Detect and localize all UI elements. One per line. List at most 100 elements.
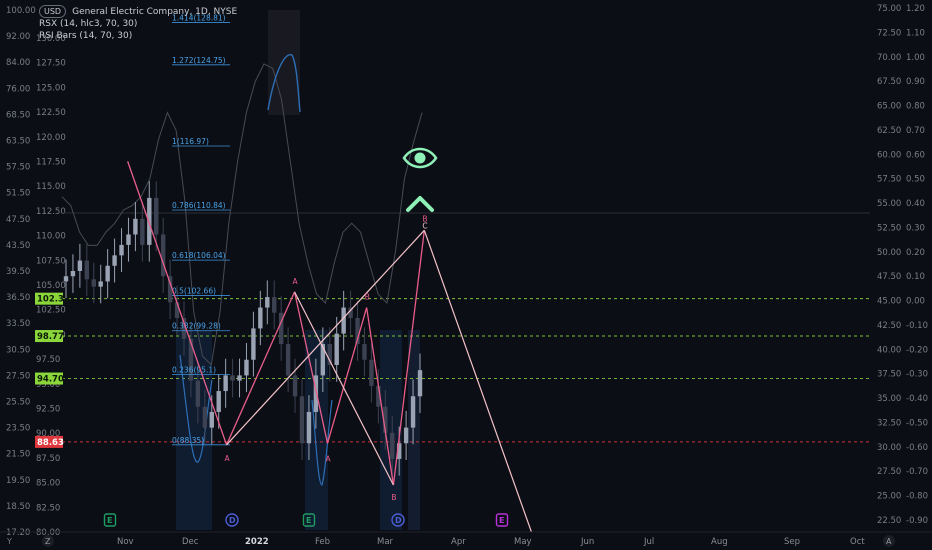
candle-body bbox=[417, 370, 423, 397]
event-marker-letter: D bbox=[395, 516, 402, 525]
right-inner-tick: 1.10 bbox=[906, 28, 925, 38]
candle-body bbox=[320, 344, 326, 376]
legend-indicator-rsx[interactable]: RSX (14, hlc3, 70, 30) bbox=[39, 18, 237, 30]
eye-pupil-icon bbox=[414, 152, 426, 164]
candle-body bbox=[91, 279, 96, 287]
auto-scale-label: A bbox=[886, 537, 892, 546]
candle-body bbox=[258, 307, 263, 329]
right-outer-tick: 37.50 bbox=[877, 370, 901, 380]
candle-body bbox=[334, 333, 339, 365]
right-inner-tick: -0.10 bbox=[906, 321, 928, 331]
fib-level-label: 0.618(106.04) bbox=[172, 251, 226, 260]
right-inner-tick: 0.40 bbox=[906, 199, 925, 209]
zoom-button-label: Z bbox=[45, 537, 51, 546]
right-outer-tick: 30.00 bbox=[877, 443, 901, 453]
left-outer-tick: 100.00 bbox=[6, 6, 36, 16]
candle-body bbox=[362, 344, 367, 360]
candle-body bbox=[126, 234, 131, 245]
left-inner-tick: 127.50 bbox=[36, 59, 66, 69]
right-outer-tick: 40.00 bbox=[877, 345, 901, 355]
event-marker-letter: E bbox=[499, 516, 504, 525]
time-axis-label: Jul bbox=[643, 537, 654, 547]
candle-body bbox=[341, 307, 346, 334]
right-outer-tick: 47.50 bbox=[877, 272, 901, 282]
price-level-badge: 102.35 bbox=[35, 292, 70, 305]
candle-body bbox=[98, 281, 103, 287]
left-inner-tick: 125.00 bbox=[36, 83, 66, 93]
candle-body bbox=[216, 391, 221, 412]
pattern-point-label: B bbox=[365, 293, 370, 302]
candle-body bbox=[403, 427, 409, 444]
right-outer-tick: 35.00 bbox=[877, 394, 901, 404]
candle-body bbox=[202, 406, 208, 428]
right-inner-tick: -0.60 bbox=[906, 443, 928, 453]
candle-body bbox=[133, 218, 138, 235]
fib-level-label: 1.272(124.75) bbox=[172, 56, 226, 65]
right-outer-tick: 60.00 bbox=[877, 150, 901, 160]
candle-body bbox=[410, 396, 416, 428]
candle-body bbox=[209, 411, 214, 428]
right-outer-tick: 50.00 bbox=[877, 248, 901, 258]
right-inner-tick: 1.20 bbox=[906, 4, 925, 14]
right-outer-tick: 75.00 bbox=[877, 4, 901, 14]
right-inner-tick: -0.50 bbox=[906, 418, 928, 428]
right-inner-tick: 0.30 bbox=[906, 223, 925, 233]
pattern-point-label: A bbox=[225, 454, 231, 463]
pattern-point-label: A bbox=[293, 277, 299, 286]
rsi-zone-shade bbox=[408, 330, 420, 530]
legend-indicator-rsi-bars[interactable]: RSI Bars (14, 70, 30) bbox=[39, 30, 237, 42]
stock-chart[interactable]: 100.00 92.00 84.00 76.00 68.50 63.50 57.50 51.5… bbox=[0, 0, 932, 550]
right-outer-tick: 22.50 bbox=[877, 516, 901, 526]
right-inner-tick: -0.80 bbox=[906, 492, 928, 502]
right-outer-tick: 27.50 bbox=[877, 467, 901, 477]
chart-background bbox=[0, 0, 932, 550]
event-marker-letter: D bbox=[229, 516, 236, 525]
candle-body bbox=[230, 375, 235, 381]
fib-level-label: 0.382(99.28) bbox=[172, 322, 221, 331]
time-axis-label: May bbox=[514, 537, 532, 547]
fib-level-label: 1(116.97) bbox=[172, 137, 209, 146]
left-outer-tick: 43.50 bbox=[6, 241, 30, 251]
left-inner-tick: 117.50 bbox=[36, 158, 66, 168]
left-outer-tick: 84.00 bbox=[6, 58, 30, 68]
candle-body bbox=[369, 359, 374, 386]
left-inner-tick: 87.50 bbox=[36, 454, 60, 464]
currency-button[interactable]: USD bbox=[39, 5, 67, 18]
legend-title-row: USD General Electric Company, 1D, NYSE bbox=[39, 5, 237, 18]
left-outer-tick: 33.50 bbox=[6, 319, 30, 329]
right-inner-tick: 0.10 bbox=[906, 272, 925, 282]
candle-body bbox=[70, 271, 76, 277]
candle-body bbox=[140, 218, 145, 245]
right-inner-tick: 0.00 bbox=[906, 297, 925, 307]
candle-body bbox=[195, 380, 201, 407]
pattern-point-label: B bbox=[391, 493, 396, 502]
left-outer-tick: 92.00 bbox=[6, 32, 30, 42]
candle-body bbox=[112, 255, 117, 266]
left-outer-tick: 25.50 bbox=[6, 398, 30, 408]
candle-body bbox=[272, 297, 277, 313]
candle-body bbox=[299, 396, 305, 444]
left-outer-tick: 47.50 bbox=[6, 215, 30, 225]
right-inner-tick: 0.60 bbox=[906, 150, 925, 160]
right-inner-tick: -0.90 bbox=[906, 516, 928, 526]
symbol-title: General Electric Company, 1D, NYSE bbox=[72, 6, 238, 17]
left-outer-tick: 19.50 bbox=[6, 476, 30, 486]
candle-body bbox=[105, 265, 110, 282]
right-inner-tick: 0.80 bbox=[906, 102, 925, 112]
time-axis-label: Feb bbox=[315, 537, 330, 547]
indicator-rsi-bars-label: RSI Bars (14, 70, 30) bbox=[39, 31, 133, 41]
left-outer-tick: 63.50 bbox=[6, 137, 30, 147]
left-inner-tick: 122.50 bbox=[36, 108, 66, 118]
right-outer-tick: 67.50 bbox=[877, 77, 901, 87]
right-inner-tick: 0.50 bbox=[906, 175, 925, 185]
candle-body bbox=[285, 344, 291, 376]
time-axis-label: Jun bbox=[580, 537, 594, 547]
price-level-badge-text: 98.77 bbox=[37, 332, 64, 342]
right-outer-tick: 72.50 bbox=[877, 28, 901, 38]
indicator-rsx-label: RSX (14, hlc3, 70, 30) bbox=[39, 19, 138, 29]
fib-level-label: 0.5(102.66) bbox=[172, 286, 216, 295]
left-inner-tick: 112.50 bbox=[36, 207, 66, 217]
candle-body bbox=[154, 197, 159, 235]
left-inner-tick: 105.00 bbox=[36, 281, 66, 291]
chart-canvas[interactable]: 100.00 92.00 84.00 76.00 68.50 63.50 57.50 51.5… bbox=[0, 0, 932, 550]
